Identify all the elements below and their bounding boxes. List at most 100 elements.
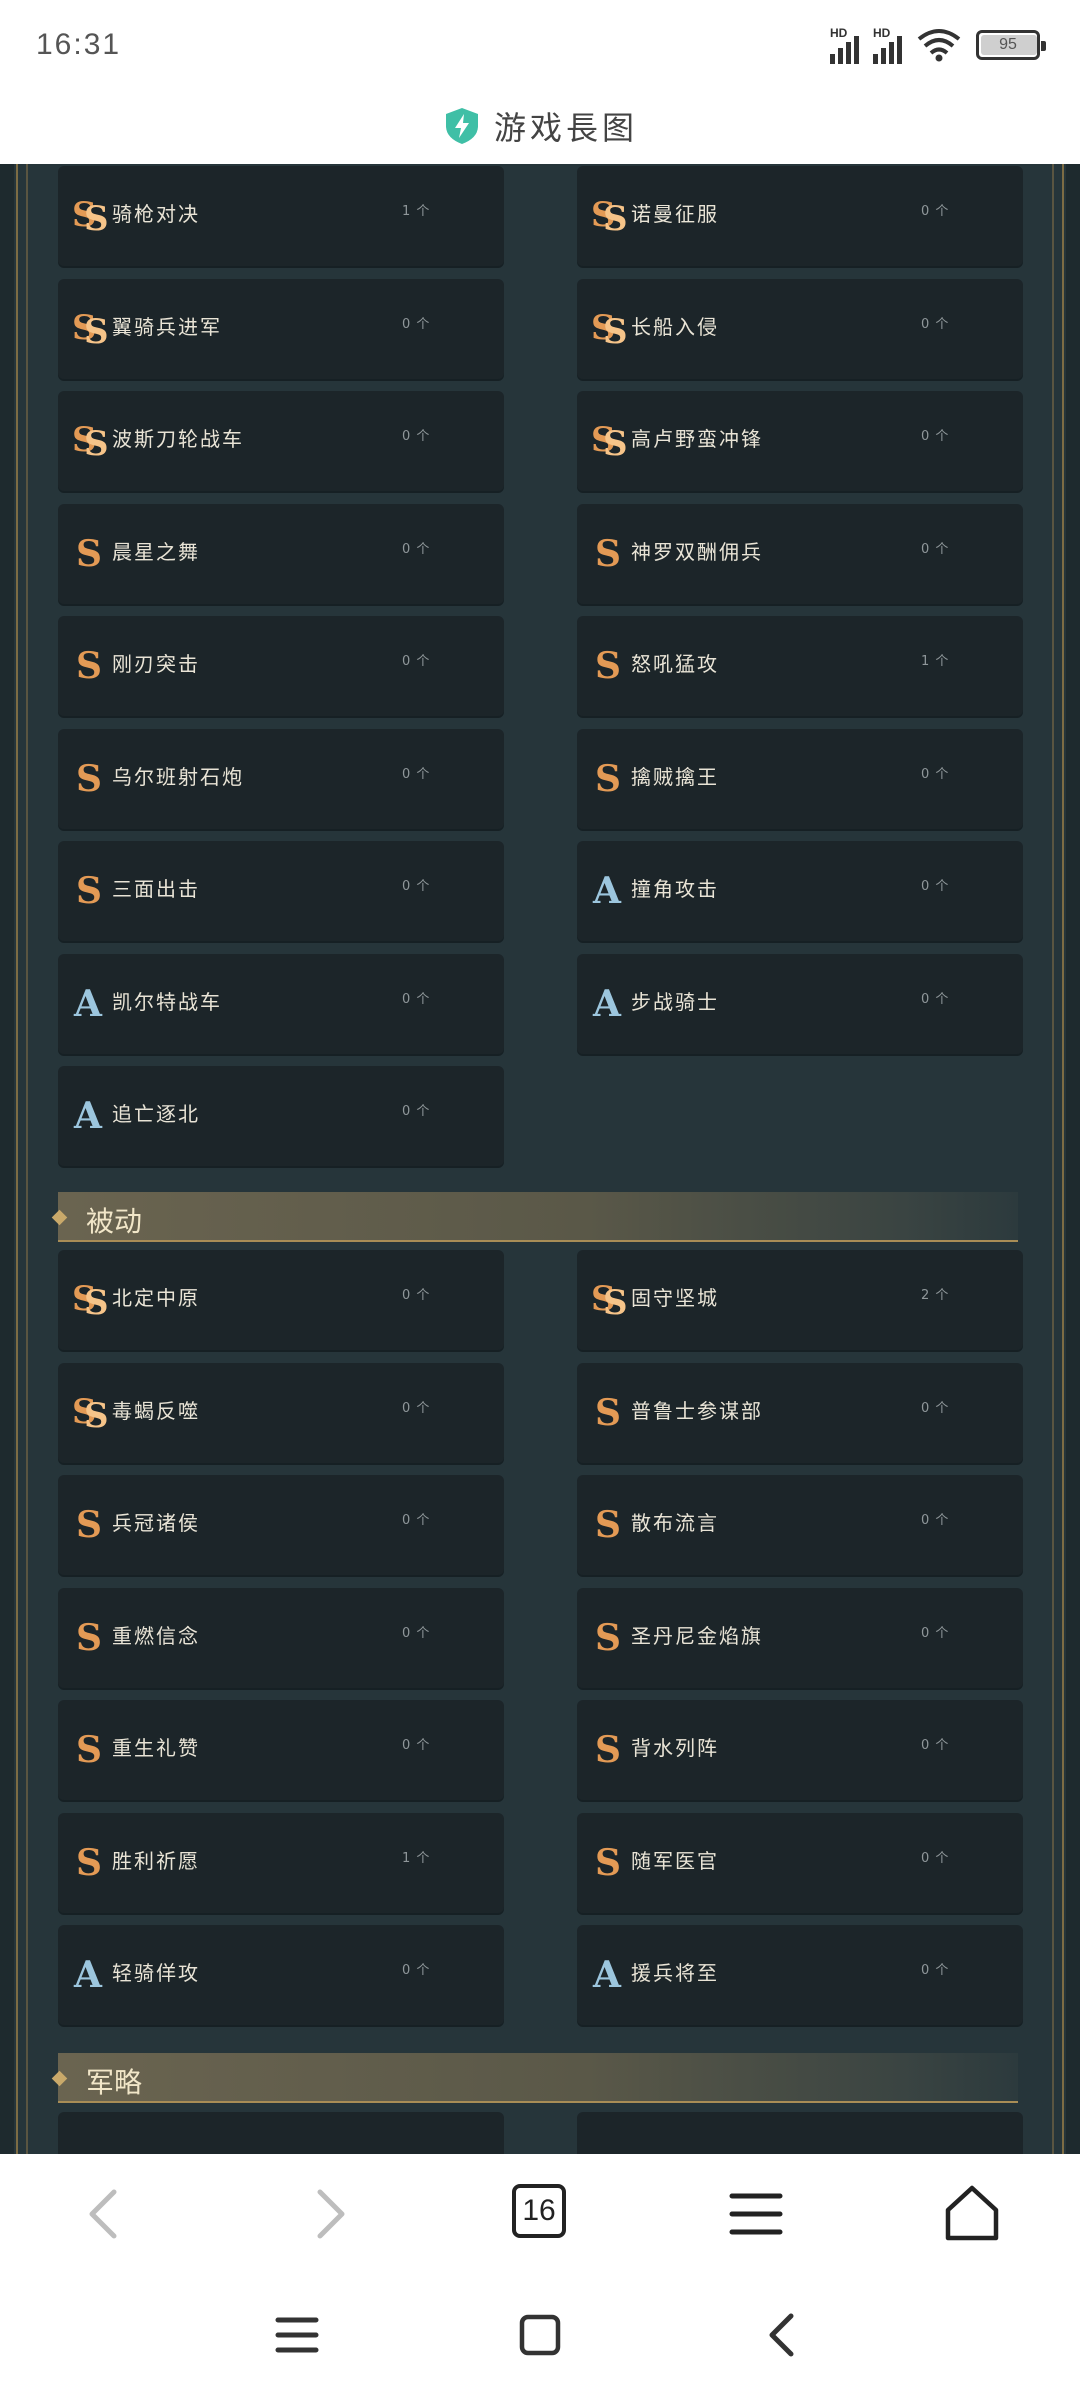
skill-level: 0 个 xyxy=(402,317,431,332)
skill-level: 0 个 xyxy=(921,317,950,332)
section-title: 军略 xyxy=(86,2066,143,2099)
skill-level: 0 个 xyxy=(402,1288,431,1303)
back-icon[interactable] xyxy=(758,2310,808,2360)
skill-card[interactable]: S 乌尔班射石炮 0 个 xyxy=(58,729,504,829)
skill-card[interactable]: S S 固守坚城 2 个 xyxy=(577,1250,1023,1350)
grade-s-icon: S xyxy=(595,1392,621,1433)
skill-card[interactable]: S S 翼骑兵进军 0 个 xyxy=(58,279,504,379)
forward-arrow-icon[interactable] xyxy=(298,2184,358,2244)
frame-edge-right xyxy=(1066,164,1080,2154)
skill-card[interactable]: S 兵冠诸侯 0 个 xyxy=(58,1475,504,1575)
tabs-count-button[interactable]: 16 xyxy=(512,2184,566,2238)
skill-card[interactable]: A 步战骑士 0 个 xyxy=(577,954,1023,1054)
recent-apps-icon[interactable] xyxy=(272,2310,322,2360)
skill-card[interactable]: S 散布流言 0 个 xyxy=(577,1475,1023,1575)
skill-level: 0 个 xyxy=(402,1738,431,1753)
skill-level: 0 个 xyxy=(921,429,950,444)
home-icon[interactable] xyxy=(942,2184,1002,2244)
signal-icon: HD xyxy=(873,26,902,64)
grade-ss-icon: SS xyxy=(72,420,108,461)
skill-card-partial[interactable] xyxy=(577,2112,1023,2154)
grade-s-icon: S xyxy=(76,758,102,799)
section-header-passive: 被动 xyxy=(51,1192,1018,1242)
svg-text:S: S xyxy=(595,758,621,799)
grade-ss-icon: SS xyxy=(72,1279,108,1320)
skill-level: 1 个 xyxy=(402,1851,431,1866)
skill-card[interactable]: S S 高卢野蛮冲锋 0 个 xyxy=(577,391,1023,491)
skill-name: 晨星之舞 xyxy=(112,540,200,564)
skill-card[interactable]: S 普鲁士参谋部 0 个 xyxy=(577,1363,1023,1463)
skill-card[interactable]: A 撞角攻击 0 个 xyxy=(577,841,1023,941)
shield-bolt-icon xyxy=(445,108,478,144)
skill-name: 兵冠诸侯 xyxy=(112,1511,200,1535)
svg-text:S: S xyxy=(603,1283,627,1320)
skill-level: 0 个 xyxy=(921,1626,950,1641)
skill-card[interactable]: A 援兵将至 0 个 xyxy=(577,1925,1023,2025)
skill-name: 步战骑士 xyxy=(631,990,719,1014)
skill-name: 怒吼猛攻 xyxy=(631,652,719,676)
skill-name: 背水列阵 xyxy=(631,1736,719,1760)
skill-level: 2 个 xyxy=(921,1288,950,1303)
skill-card[interactable]: S 重燃信念 0 个 xyxy=(58,1588,504,1688)
battery-level: 95 xyxy=(999,36,1017,53)
skill-card[interactable]: S 圣丹尼金焰旗 0 个 xyxy=(577,1588,1023,1688)
system-nav-bar xyxy=(0,2272,1080,2401)
skill-name: 援兵将至 xyxy=(631,1961,719,1985)
skill-name: 毒蝎反噬 xyxy=(112,1399,200,1423)
skill-level: 0 个 xyxy=(921,1851,950,1866)
skill-level: 0 个 xyxy=(921,992,950,1007)
grade-a-icon: A xyxy=(592,1954,622,1995)
skill-name: 翼骑兵进军 xyxy=(112,315,222,339)
menu-icon[interactable] xyxy=(726,2184,786,2244)
skill-level: 1 个 xyxy=(402,204,431,219)
skill-card[interactable]: S S 骑枪对决 1 个 xyxy=(58,166,504,266)
skill-name: 三面出击 xyxy=(112,877,200,901)
skill-card[interactable]: S 胜利祈愿 1 个 xyxy=(58,1813,504,1913)
skill-card[interactable]: A 追亡逐北 0 个 xyxy=(58,1066,504,1166)
skill-card[interactable]: S S 诺曼征服 0 个 xyxy=(577,166,1023,266)
signal-icon: HD xyxy=(830,26,859,64)
battery-icon: 95 xyxy=(976,30,1046,60)
skill-card[interactable]: A 轻骑佯攻 0 个 xyxy=(58,1925,504,2025)
home-square-icon[interactable] xyxy=(515,2310,565,2360)
skill-card-partial[interactable] xyxy=(58,2112,504,2154)
skill-card[interactable]: S 背水列阵 0 个 xyxy=(577,1700,1023,1800)
grade-s-icon: S xyxy=(595,1729,621,1770)
skill-card[interactable]: S 晨星之舞 0 个 xyxy=(58,504,504,604)
skill-name: 骑枪对决 xyxy=(112,202,200,226)
skill-level: 0 个 xyxy=(921,1401,950,1416)
skill-name: 诺曼征服 xyxy=(631,202,719,226)
skill-card[interactable]: A 凯尔特战车 0 个 xyxy=(58,954,504,1054)
wifi-icon xyxy=(917,29,961,62)
svg-text:S: S xyxy=(84,1396,108,1433)
skill-card[interactable]: S 随军医官 0 个 xyxy=(577,1813,1023,1913)
skill-name: 高卢野蛮冲锋 xyxy=(631,427,763,451)
skill-card[interactable]: S 三面出击 0 个 xyxy=(58,841,504,941)
skill-card[interactable]: S 重生礼赞 0 个 xyxy=(58,1700,504,1800)
frame-line-left xyxy=(26,164,28,2154)
svg-text:S: S xyxy=(595,1504,621,1545)
site-title-bar: 游戏長图 xyxy=(0,88,1080,164)
skill-card[interactable]: S 擒贼擒王 0 个 xyxy=(577,729,1023,829)
page-content[interactable]: S S 骑枪对决 1 个 S S 诺曼征服 0 个 S S 翼骑兵进军 0 个 S S 长船入侵 0 个SS波… xyxy=(0,164,1080,2154)
status-time: 16:31 xyxy=(36,28,122,61)
grade-ss-icon: SS xyxy=(591,420,627,461)
skill-level: 0 个 xyxy=(402,879,431,894)
svg-text:S: S xyxy=(595,533,621,574)
skill-card[interactable]: S 神罗双酬佣兵 0 个 xyxy=(577,504,1023,604)
svg-text:S: S xyxy=(595,1617,621,1658)
skill-card[interactable]: S 刚刃突击 0 个 xyxy=(58,616,504,716)
grade-s-icon: S xyxy=(595,1617,621,1658)
skill-level: 0 个 xyxy=(921,1738,950,1753)
skill-card[interactable]: S S 北定中原 0 个 xyxy=(58,1250,504,1350)
skill-card[interactable]: S S 毒蝎反噬 0 个 xyxy=(58,1363,504,1463)
frame-line-left xyxy=(16,164,18,2154)
skill-card[interactable]: S S 波斯刀轮战车 0 个 xyxy=(58,391,504,491)
skill-name: 神罗双酬佣兵 xyxy=(631,540,763,564)
skill-level: 0 个 xyxy=(921,1963,950,1978)
skill-card[interactable]: S 怒吼猛攻 1 个 xyxy=(577,616,1023,716)
back-arrow-icon[interactable] xyxy=(76,2184,136,2244)
skill-card[interactable]: S S 长船入侵 0 个 xyxy=(577,279,1023,379)
svg-text:S: S xyxy=(603,199,627,236)
svg-text:S: S xyxy=(84,424,108,461)
